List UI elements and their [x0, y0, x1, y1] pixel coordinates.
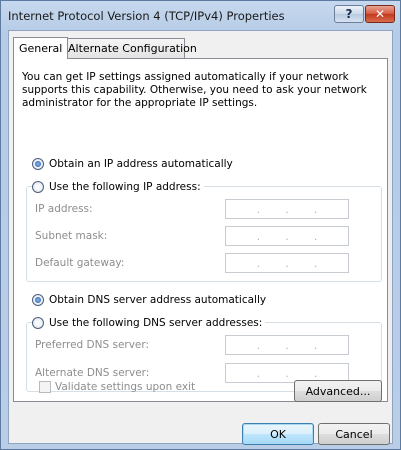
- radio-unchecked-icon[interactable]: [32, 181, 44, 193]
- ip-dot: .: [313, 256, 318, 270]
- default-gateway-input[interactable]: ...: [225, 253, 349, 273]
- default-gateway-label: Default gateway:: [35, 257, 125, 269]
- ip-dot: .: [313, 338, 318, 352]
- ip-dot: .: [285, 202, 289, 216]
- ip-dot: .: [256, 366, 261, 380]
- window-title: Internet Protocol Version 4 (TCP/IPv4) P…: [8, 9, 285, 23]
- radio-use-static-dns[interactable]: Use the following DNS server addresses:: [32, 315, 266, 331]
- radio-label: Obtain DNS server address automatically: [49, 294, 267, 306]
- general-tab-panel: You can get IP settings assigned automat…: [13, 58, 388, 402]
- ip-dot: .: [285, 338, 289, 352]
- ok-button[interactable]: OK: [242, 423, 314, 445]
- ip-dot: .: [256, 256, 261, 270]
- radio-label: Use the following IP address:: [49, 181, 201, 193]
- advanced-button[interactable]: Advanced...: [294, 380, 382, 402]
- ip-address-input[interactable]: ...: [225, 199, 349, 219]
- subnet-mask-input[interactable]: ...: [225, 226, 349, 246]
- validate-settings-label: Validate settings upon exit: [55, 381, 196, 393]
- ip-dot: .: [313, 229, 318, 243]
- radio-unchecked-icon[interactable]: [32, 317, 44, 329]
- radio-label: Obtain an IP address automatically: [49, 158, 233, 170]
- preferred-dns-input[interactable]: ...: [225, 335, 349, 355]
- ip-dot: .: [313, 366, 318, 380]
- checkbox-unchecked-icon[interactable]: [39, 381, 51, 393]
- ip-dot: .: [313, 202, 318, 216]
- alternate-dns-label: Alternate DNS server:: [35, 367, 150, 379]
- ip-dot: .: [285, 229, 289, 243]
- radio-checked-icon[interactable]: [32, 294, 44, 306]
- title-bar[interactable]: Internet Protocol Version 4 (TCP/IPv4) P…: [1, 1, 400, 29]
- dialog-client-area: General Alternate Configuration You can …: [8, 30, 393, 445]
- close-button[interactable]: ✕: [365, 5, 395, 23]
- ip-address-label: IP address:: [35, 203, 93, 215]
- tab-general[interactable]: General: [13, 37, 69, 59]
- help-button[interactable]: ?: [334, 5, 364, 23]
- radio-obtain-ip-auto[interactable]: Obtain an IP address automatically: [32, 156, 233, 172]
- preferred-dns-label: Preferred DNS server:: [35, 339, 150, 351]
- validate-settings-checkbox[interactable]: Validate settings upon exit: [39, 381, 195, 393]
- intro-text: You can get IP settings assigned automat…: [22, 71, 367, 109]
- radio-obtain-dns-auto[interactable]: Obtain DNS server address automatically: [32, 292, 266, 308]
- cancel-button[interactable]: Cancel: [318, 423, 390, 445]
- radio-checked-icon[interactable]: [32, 158, 44, 170]
- ip-dot: .: [285, 256, 289, 270]
- ip-dot: .: [256, 229, 261, 243]
- subnet-mask-label: Subnet mask:: [35, 230, 108, 242]
- ip-dot: .: [256, 202, 261, 216]
- radio-label: Use the following DNS server addresses:: [49, 317, 263, 329]
- ip-dot: .: [256, 338, 261, 352]
- radio-use-static-ip[interactable]: Use the following IP address:: [32, 179, 204, 195]
- properties-dialog: Internet Protocol Version 4 (TCP/IPv4) P…: [0, 0, 401, 450]
- ip-dot: .: [285, 366, 289, 380]
- tab-alternate-configuration[interactable]: Alternate Configuration: [63, 38, 197, 58]
- static-ip-group: IP address: ... Subnet mask: ... Default…: [26, 186, 382, 282]
